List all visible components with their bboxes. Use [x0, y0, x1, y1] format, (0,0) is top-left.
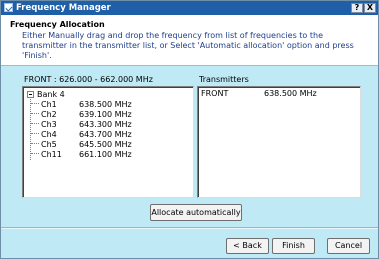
- channel-name: Ch1: [41, 100, 57, 109]
- channel-name: Ch5: [41, 140, 57, 149]
- tree-collapse-icon[interactable]: [27, 91, 34, 98]
- tree-item-channel[interactable]: Ch5 645.500 MHz: [31, 140, 132, 150]
- channel-frequency: 643.700 MHz: [79, 130, 132, 139]
- channel-name: Ch2: [41, 110, 57, 119]
- window-title: Frequency Manager: [16, 3, 111, 13]
- channel-name: Ch11: [41, 150, 62, 159]
- tree-branch-line: [31, 143, 39, 144]
- tree-item-channel[interactable]: Ch1 638.500 MHz: [31, 100, 132, 110]
- wizard-header: Frequency Allocation Either Manually dra…: [1, 15, 378, 66]
- tree-branch-line: [31, 133, 39, 134]
- tree-branch-line: [31, 113, 39, 114]
- channel-frequency: 639.100 MHz: [79, 110, 132, 119]
- channel-frequency: 661.100 MHz: [79, 150, 132, 159]
- finish-button[interactable]: Finish: [272, 238, 315, 254]
- tree-branch-line: [31, 103, 39, 104]
- cancel-button[interactable]: Cancel: [327, 238, 370, 254]
- transmitter-row[interactable]: FRONT 638.500 MHz: [201, 89, 317, 98]
- transmitters-label: Transmitters: [199, 75, 249, 84]
- bank-label: Bank 4: [37, 90, 65, 99]
- transmitter-frequency: 638.500 MHz: [264, 89, 317, 98]
- help-button[interactable]: ?: [351, 3, 363, 13]
- channel-frequency: 645.500 MHz: [79, 140, 132, 149]
- transmitter-name: FRONT: [201, 89, 229, 98]
- tree-node-bank[interactable]: Bank 4: [27, 90, 65, 100]
- transmitter-list[interactable]: FRONT 638.500 MHz: [197, 86, 361, 198]
- channel-frequency: 638.500 MHz: [79, 100, 132, 109]
- tree-item-channel[interactable]: Ch2 639.100 MHz: [31, 110, 132, 120]
- channel-frequency: 643.300 MHz: [79, 120, 132, 129]
- tree-item-channel[interactable]: Ch4 643.700 MHz: [31, 130, 132, 140]
- allocate-automatically-button[interactable]: Allocate automatically: [150, 204, 242, 221]
- frequency-manager-window: Frequency Manager ? X Frequency Allocati…: [0, 0, 379, 259]
- tree-item-channel[interactable]: Ch11 661.100 MHz: [31, 150, 132, 160]
- frequency-tree[interactable]: Bank 4 Ch1 638.500 MHz Ch2 639.100 MHz Ch3…: [22, 86, 194, 198]
- close-button[interactable]: X: [364, 3, 376, 13]
- footer-divider: [1, 227, 378, 229]
- frequency-manager-icon: [4, 3, 13, 12]
- tree-item-channel[interactable]: Ch3 643.300 MHz: [31, 120, 132, 130]
- tree-branch-line: [31, 123, 39, 124]
- header-description: Either Manually drag and drop the freque…: [22, 31, 354, 60]
- channel-name: Ch4: [41, 130, 57, 139]
- channel-name: Ch3: [41, 120, 57, 129]
- header-title: Frequency Allocation: [10, 20, 105, 29]
- back-button[interactable]: < Back: [226, 238, 269, 254]
- title-bar[interactable]: Frequency Manager ? X: [1, 1, 378, 15]
- frequency-range-label: FRONT : 626.000 - 662.000 MHz: [24, 75, 153, 84]
- tree-branch-line: [31, 153, 39, 154]
